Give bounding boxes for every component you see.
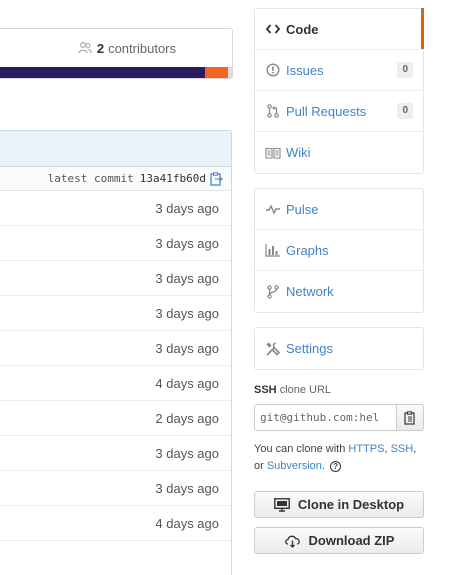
settings-icon bbox=[265, 341, 281, 357]
file-row[interactable]: 3 days ago bbox=[0, 226, 231, 261]
clone-help-text: You can clone with HTTPS, SSH, or Subver… bbox=[254, 443, 417, 472]
language-bar[interactable] bbox=[0, 67, 232, 78]
clone-url-row bbox=[254, 404, 424, 431]
latest-commit-bar: latest commit 13a41fb60d bbox=[0, 167, 231, 191]
file-row[interactable]: 3 days ago bbox=[0, 331, 231, 366]
nav-group-tertiary: Settings bbox=[254, 327, 424, 370]
counter-badge: 0 bbox=[397, 103, 413, 119]
nav-item-issues[interactable]: Issues 0 bbox=[255, 50, 423, 91]
clone-in-desktop-label: Clone in Desktop bbox=[297, 497, 405, 512]
language-bar-segment-primary-language[interactable] bbox=[0, 67, 205, 78]
counter-badge: 0 bbox=[397, 62, 413, 78]
file-rows: 3 days ago 3 days ago 3 days ago 3 days ago… bbox=[0, 191, 231, 541]
file-age: 3 days ago bbox=[155, 235, 219, 251]
download-zip-button[interactable]: Download ZIP bbox=[254, 527, 424, 554]
file-age: 2 days ago bbox=[155, 410, 219, 426]
nav-item-code[interactable]: Code bbox=[255, 8, 424, 50]
clone-help-prefix: You can clone with bbox=[254, 443, 346, 455]
nav-group-primary: Code Issues 0 Pull Requests 0 Wiki bbox=[254, 8, 424, 174]
file-age: 4 days ago bbox=[155, 375, 219, 391]
file-age: 3 days ago bbox=[155, 200, 219, 216]
nav-item-pulse[interactable]: Pulse bbox=[255, 189, 423, 230]
language-bar-segment-secondary-language[interactable] bbox=[204, 67, 229, 78]
nav-item-network[interactable]: Network bbox=[255, 271, 423, 312]
contributors-link[interactable]: 2 contributors bbox=[0, 29, 232, 67]
issues-icon bbox=[265, 63, 281, 77]
file-list: latest commit 13a41fb60d 3 days ago 3 day… bbox=[0, 130, 232, 575]
graphs-icon bbox=[265, 243, 281, 257]
contributors-label: contributors bbox=[108, 40, 176, 56]
clone-help-or: or bbox=[254, 460, 264, 472]
clone-url-title-suffix: clone URL bbox=[279, 384, 332, 396]
clone-panel: SSH clone URL You can clone with HTTPS, … bbox=[254, 384, 424, 563]
clone-https-link[interactable]: HTTPS bbox=[348, 443, 384, 455]
nav-item-label: Pulse bbox=[286, 201, 319, 217]
file-age: 3 days ago bbox=[155, 340, 219, 356]
repository-nav: Code Issues 0 Pull Requests 0 Wiki Pulse Graph… bbox=[254, 8, 424, 384]
file-row[interactable]: 3 days ago bbox=[0, 191, 231, 226]
nav-item-pull-requests[interactable]: Pull Requests 0 bbox=[255, 91, 423, 132]
clone-in-desktop-button[interactable]: Clone in Desktop bbox=[254, 491, 424, 518]
file-age: 3 days ago bbox=[155, 445, 219, 461]
desktop-icon bbox=[274, 497, 290, 512]
contributors-count: 2 bbox=[96, 40, 105, 56]
file-row[interactable]: 4 days ago bbox=[0, 366, 231, 401]
file-row[interactable]: 2 days ago bbox=[0, 401, 231, 436]
nav-item-label: Pull Requests bbox=[286, 103, 367, 119]
file-row[interactable]: 4 days ago bbox=[0, 506, 231, 541]
file-list-header bbox=[0, 131, 231, 167]
file-row[interactable]: 3 days ago bbox=[0, 261, 231, 296]
nav-item-label: Network bbox=[286, 284, 334, 299]
latest-commit-sha[interactable]: 13a41fb60d bbox=[140, 172, 206, 185]
download-zip-label: Download ZIP bbox=[308, 533, 395, 548]
nav-item-wiki[interactable]: Wiki bbox=[255, 132, 423, 173]
file-row[interactable]: 3 days ago bbox=[0, 296, 231, 331]
clipboard-icon bbox=[403, 410, 415, 425]
pull-request-icon bbox=[265, 104, 281, 118]
clone-url-title: SSH clone URL bbox=[254, 384, 424, 396]
file-age: 4 days ago bbox=[155, 515, 219, 531]
nav-item-label: Code bbox=[286, 21, 319, 37]
clone-url-input[interactable] bbox=[254, 404, 396, 431]
file-age: 3 days ago bbox=[155, 480, 219, 496]
nav-item-graphs[interactable]: Graphs bbox=[255, 230, 423, 271]
nav-item-label: Settings bbox=[286, 341, 333, 356]
clipboard-icon[interactable] bbox=[210, 171, 223, 186]
language-bar-segment-other-language[interactable] bbox=[228, 67, 232, 78]
clone-protocol[interactable]: SSH bbox=[254, 384, 277, 396]
file-age: 3 days ago bbox=[155, 305, 219, 321]
code-icon bbox=[265, 23, 281, 35]
file-row[interactable]: 3 days ago bbox=[0, 436, 231, 471]
contributors-icon bbox=[78, 41, 92, 54]
wiki-icon bbox=[265, 147, 281, 159]
cloud-download-icon bbox=[284, 535, 300, 548]
clone-subversion-link[interactable]: Subversion bbox=[267, 460, 322, 472]
help-icon[interactable]: ? bbox=[330, 460, 342, 472]
nav-group-secondary: Pulse Graphs Network bbox=[254, 188, 424, 313]
pulse-icon bbox=[265, 203, 281, 215]
contributors-summary: 2 contributors bbox=[0, 28, 233, 79]
clone-ssh-link[interactable]: SSH bbox=[391, 443, 414, 455]
latest-commit-label: latest commit bbox=[47, 172, 134, 185]
nav-item-label: Issues bbox=[286, 62, 324, 78]
network-icon bbox=[265, 284, 281, 299]
nav-item-settings[interactable]: Settings bbox=[255, 328, 423, 369]
nav-item-label: Graphs bbox=[286, 242, 329, 258]
file-age: 3 days ago bbox=[155, 270, 219, 286]
file-row[interactable]: 3 days ago bbox=[0, 471, 231, 506]
nav-item-label: Wiki bbox=[286, 145, 311, 160]
copy-clone-url-button[interactable] bbox=[396, 404, 424, 431]
